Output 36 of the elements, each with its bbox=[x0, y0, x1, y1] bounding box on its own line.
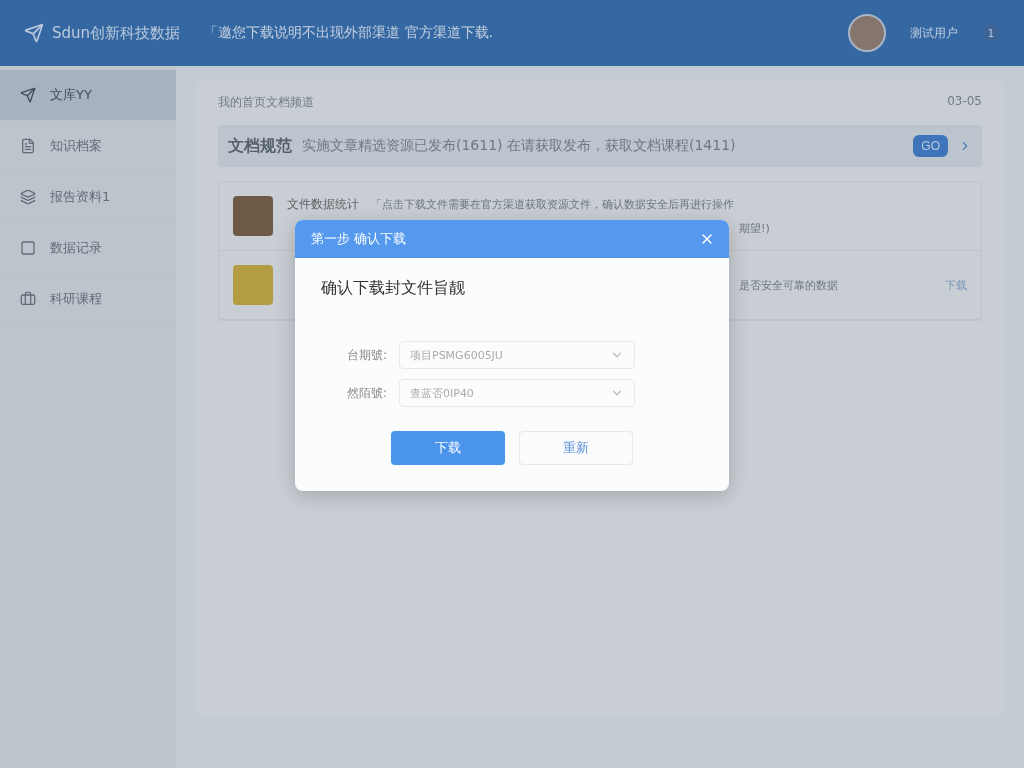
field-label: 台期號: bbox=[347, 346, 389, 364]
dialog-title: 第一步 确认下载 bbox=[311, 230, 407, 248]
menu-item-icon bbox=[20, 291, 36, 307]
breadcrumb: 我的首页文档频道 bbox=[218, 94, 314, 111]
avatar[interactable] bbox=[848, 14, 886, 52]
secondary-button[interactable]: 重新 bbox=[519, 431, 633, 465]
logo-icon bbox=[24, 23, 44, 43]
banner-text: 实施文章精选资源已发布(1611) 在请获取发布，获取文档课程(1411) bbox=[302, 137, 737, 155]
file-title: 文件数据统计 bbox=[287, 196, 359, 213]
file-action-link[interactable]: 下载 bbox=[945, 277, 967, 293]
sidebar-item[interactable]: 知识档案 bbox=[0, 121, 176, 172]
menu-item-icon bbox=[20, 240, 36, 256]
field-label: 然陌號: bbox=[347, 384, 389, 402]
file-description: 「点击下载文件需要在官方渠道获取资源文件，确认数据安全后再进行操作 bbox=[371, 197, 734, 212]
user-name[interactable]: 测试用户 bbox=[910, 24, 958, 42]
logo: Sdun创新科技数据 bbox=[24, 23, 181, 43]
download-button[interactable]: 下载 bbox=[391, 431, 505, 465]
sidebar-item[interactable]: 报告资料1 bbox=[0, 172, 176, 223]
sidebar-item[interactable]: 数据记录 bbox=[0, 223, 176, 274]
file-thumbnail bbox=[233, 265, 273, 305]
file-thumbnail bbox=[233, 196, 273, 236]
dialog-heading: 确认下载封文件旨靓 bbox=[321, 278, 466, 299]
notification-badge: 1 bbox=[982, 24, 1000, 42]
header-notice: 「邀您下载说明不出现外部渠道 官方渠道下载. bbox=[204, 24, 494, 42]
file-note: 期望!) bbox=[739, 222, 770, 235]
menu-item-icon bbox=[20, 87, 36, 103]
select-field[interactable]: 项目PSMG6005JU bbox=[399, 341, 635, 369]
select-field[interactable]: 查蓝否0IP40 bbox=[399, 379, 635, 407]
menu-item-icon bbox=[20, 189, 36, 205]
sidebar-item[interactable]: 科研课程 bbox=[0, 274, 176, 325]
go-button[interactable]: GO bbox=[913, 135, 948, 157]
menu-item-icon bbox=[20, 138, 36, 154]
banner-title: 文档规范 bbox=[228, 135, 292, 157]
file-description: 是否安全可靠的数据 bbox=[739, 278, 838, 292]
sidebar-item[interactable]: 文库YY bbox=[0, 70, 176, 121]
date-text: 03-05 bbox=[947, 94, 982, 110]
